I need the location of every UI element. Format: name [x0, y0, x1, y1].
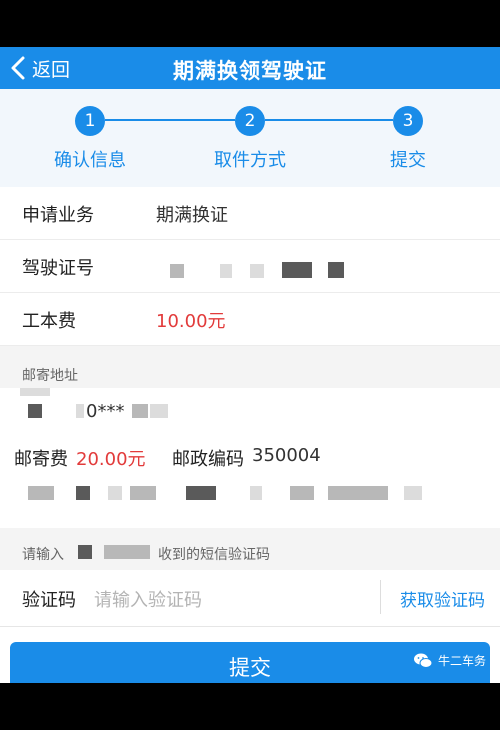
code-label: 验证码 — [22, 590, 76, 611]
redacted-block — [130, 486, 156, 500]
redacted-block — [104, 545, 150, 559]
redacted-block — [328, 486, 388, 500]
fee-label: 工本费 — [22, 311, 76, 332]
redacted-block — [76, 404, 84, 418]
postage-value: 20.00元 — [76, 449, 146, 470]
business-row: 申请业务 期满换证 — [0, 187, 500, 240]
step-connector — [105, 119, 235, 121]
step-1-circle: 1 — [75, 106, 105, 136]
sms-hint-bar: 请输入 收到的短信验证码 — [0, 528, 500, 570]
redacted-block — [132, 404, 148, 418]
redacted-block — [170, 264, 184, 278]
postcode-value: 350004 — [252, 445, 321, 466]
redacted-block — [250, 264, 264, 278]
license-label: 驾驶证号 — [22, 258, 94, 279]
redacted-block — [186, 486, 216, 500]
step-3-circle: 3 — [393, 106, 423, 136]
redacted-block — [328, 262, 344, 278]
step-3-label: 提交 — [390, 150, 426, 171]
get-code-button[interactable]: 获取验证码 — [400, 586, 485, 611]
redacted-block — [404, 486, 422, 500]
fee-row: 工本费 10.00元 — [0, 293, 500, 346]
redacted-block — [150, 404, 168, 418]
redacted-block — [78, 545, 92, 559]
nav-bar: 返回 期满换领驾驶证 — [0, 47, 500, 89]
redacted-block — [108, 486, 122, 500]
watermark: 牛二车务 — [413, 652, 486, 669]
redacted-block — [220, 264, 232, 278]
divider — [380, 580, 381, 614]
license-row: 驾驶证号 — [0, 240, 500, 293]
address-block: 0*** 邮寄费 20.00元 邮政编码 350004 — [0, 388, 500, 528]
step-2-label: 取件方式 — [214, 150, 286, 171]
redacted-block — [290, 486, 314, 500]
step-2-circle: 2 — [235, 106, 265, 136]
redacted-block — [250, 486, 262, 500]
page-title: 期满换领驾驶证 — [173, 59, 327, 83]
mail-section-header: 邮寄地址 — [0, 346, 500, 388]
phone-partial: 0*** — [86, 401, 125, 422]
app-screen: 返回 期满换领驾驶证 1 2 3 确认信息 取件方式 提交 申请业务 期满换证 … — [0, 47, 500, 683]
business-label: 申请业务 — [22, 205, 94, 226]
watermark-text: 牛二车务 — [437, 654, 486, 668]
redacted-block — [76, 486, 90, 500]
step-indicator: 1 2 3 确认信息 取件方式 提交 — [0, 89, 500, 187]
postage-label: 邮寄费 — [14, 449, 68, 470]
step-connector — [265, 119, 393, 121]
wechat-icon — [413, 653, 433, 668]
mail-section-label: 邮寄地址 — [22, 368, 78, 384]
redacted-block — [20, 388, 50, 396]
redacted-block — [28, 486, 54, 500]
redacted-block — [28, 404, 42, 418]
code-row: 验证码 请输入验证码 获取验证码 — [0, 570, 500, 627]
redacted-block — [282, 262, 312, 278]
sms-hint-prefix: 请输入 — [22, 547, 64, 563]
step-1-label: 确认信息 — [54, 150, 126, 171]
business-value: 期满换证 — [156, 205, 228, 226]
postcode-label: 邮政编码 — [172, 449, 244, 470]
fee-value: 10.00元 — [156, 311, 226, 332]
code-input[interactable]: 请输入验证码 — [94, 586, 202, 612]
sms-hint-suffix: 收到的短信验证码 — [158, 547, 270, 563]
